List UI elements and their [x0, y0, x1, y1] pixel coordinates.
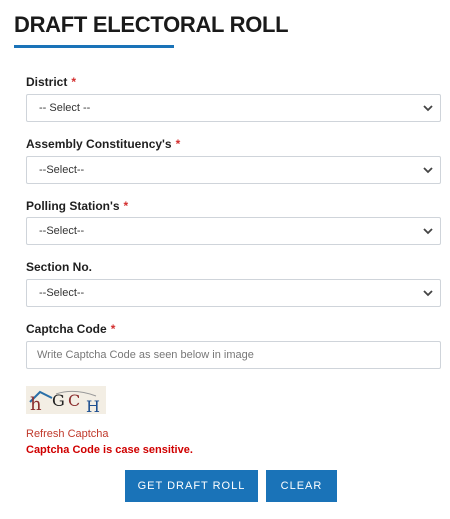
clear-button[interactable]: CLEAR [266, 470, 337, 502]
section-label-text: Section No. [26, 260, 93, 274]
svg-text:G: G [52, 391, 65, 410]
section-select[interactable]: --Select-- [26, 279, 441, 307]
assembly-select-value: --Select-- [39, 164, 85, 176]
assembly-label-text: Assembly Constituency's [26, 137, 172, 151]
chevron-down-icon [423, 105, 433, 112]
required-mark: * [123, 199, 129, 213]
section-select-value: --Select-- [39, 287, 85, 299]
chevron-down-icon [423, 167, 433, 174]
captcha-input-placeholder: Write Captcha Code as seen below in imag… [37, 349, 254, 361]
captcha-input[interactable]: Write Captcha Code as seen below in imag… [26, 341, 441, 369]
case-sensitive-hint: Captcha Code is case sensitive. [26, 444, 193, 456]
svg-text:h: h [30, 394, 42, 414]
refresh-captcha-link[interactable]: Refresh Captcha [26, 428, 109, 440]
chevron-down-icon [423, 290, 433, 297]
required-mark: * [175, 137, 181, 151]
page-title: DRAFT ELECTORAL ROLL [14, 12, 289, 37]
captcha-label-text: Captcha Code [26, 322, 107, 336]
assembly-label: Assembly Constituency's * [26, 137, 180, 151]
svg-text:H: H [86, 397, 100, 414]
required-mark: * [71, 75, 77, 89]
svg-text:C: C [68, 391, 80, 410]
polling-select-value: --Select-- [39, 225, 85, 237]
district-select-value: -- Select -- [39, 102, 91, 114]
section-label: Section No. [26, 260, 92, 274]
district-label-text: District [26, 75, 68, 89]
title-underline [14, 45, 174, 48]
required-mark: * [110, 322, 116, 336]
district-label: District * [26, 75, 76, 89]
assembly-select[interactable]: --Select-- [26, 156, 441, 184]
polling-select[interactable]: --Select-- [26, 217, 441, 245]
polling-label: Polling Station's * [26, 199, 128, 213]
polling-label-text: Polling Station's [26, 199, 120, 213]
chevron-down-icon [423, 228, 433, 235]
district-select[interactable]: -- Select -- [26, 94, 441, 122]
get-draft-roll-button[interactable]: GET DRAFT ROLL [125, 470, 258, 502]
captcha-label: Captcha Code * [26, 322, 115, 336]
captcha-image: h G C H [26, 386, 106, 414]
